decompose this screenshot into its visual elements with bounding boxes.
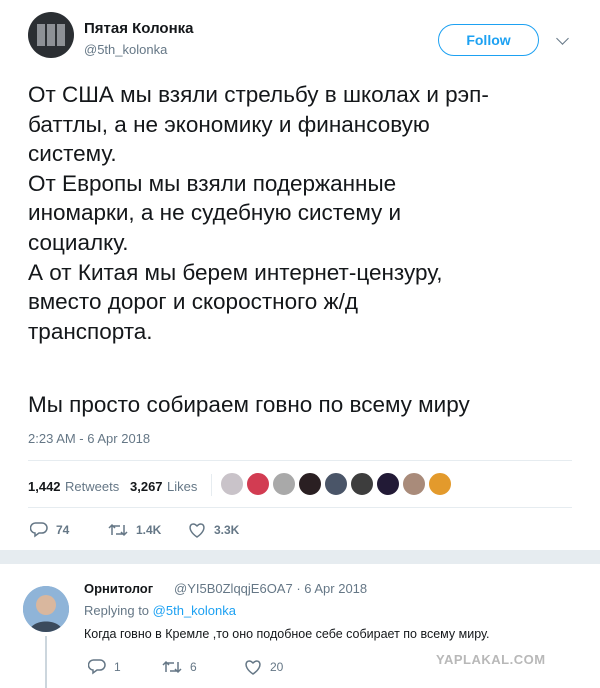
reply-reply-count: 1 <box>114 660 121 674</box>
reply-like-count: 20 <box>270 660 284 674</box>
replying-to: Replying to @5th_kolonka <box>84 603 236 618</box>
reply-button[interactable]: 74 <box>30 518 69 542</box>
like-button[interactable]: 3.3K <box>188 518 239 542</box>
reply-text: Когда говно в Кремле ,то оно подобное се… <box>84 627 490 641</box>
thread-line <box>45 636 47 688</box>
retweet-button[interactable]: 1.4K <box>108 518 161 542</box>
reply-author-handle[interactable]: @YI5B0ZlqqjE6OA7 · 6 Apr 2018 <box>174 581 367 596</box>
liker-avatar[interactable] <box>246 472 270 496</box>
liker-avatar[interactable] <box>272 472 296 496</box>
reply-actions: 1 6 20 <box>84 655 384 677</box>
avatar-column-shape <box>37 24 45 46</box>
reply-count: 74 <box>56 523 70 537</box>
divider <box>211 474 212 496</box>
retweet-icon <box>108 523 128 537</box>
reply-retweet-count: 6 <box>190 660 197 674</box>
likes-stat[interactable]: 3,267 Likes <box>130 478 197 496</box>
reply-like-button[interactable]: 20 <box>244 655 283 679</box>
tweet-stats: 1,442 Retweets 3,267 Likes <box>28 470 572 502</box>
retweets-count: 1,442 <box>28 479 61 494</box>
like-count: 3.3K <box>214 523 240 537</box>
liker-avatar[interactable] <box>376 472 400 496</box>
liker-avatar[interactable] <box>220 472 244 496</box>
reply-reply-button[interactable]: 1 <box>88 655 121 679</box>
tweet-header: Пятая Колонка @5th_kolonka Follow <box>28 12 588 72</box>
tweet-timestamp[interactable]: 2:23 AM - 6 Apr 2018 <box>28 431 150 446</box>
replying-to-label: Replying to <box>84 603 150 618</box>
retweets-stat[interactable]: 1,442 Retweets <box>28 478 119 496</box>
liker-avatar[interactable] <box>402 472 426 496</box>
avatar-column-shape <box>57 24 65 46</box>
replying-to-mention[interactable]: @5th_kolonka <box>153 603 236 618</box>
divider <box>28 507 572 508</box>
divider <box>28 460 572 461</box>
likes-label: Likes <box>167 479 198 494</box>
tweet-text-last-line: Мы просто собираем говно по всему миру <box>28 392 470 417</box>
author-handle[interactable]: @5th_kolonka <box>84 42 167 57</box>
follow-button[interactable]: Follow <box>438 24 539 56</box>
reply-icon <box>30 522 48 538</box>
reply-author-name[interactable]: Орнитолог <box>84 581 153 596</box>
liker-avatar[interactable] <box>428 472 452 496</box>
likes-count: 3,267 <box>130 479 163 494</box>
heart-icon <box>189 523 205 538</box>
heart-icon <box>245 660 261 675</box>
liker-avatar[interactable] <box>350 472 374 496</box>
chevron-down-icon[interactable] <box>556 32 569 45</box>
reply-avatar[interactable] <box>23 586 69 632</box>
watermark: YAPLAKAL.COM <box>436 652 546 667</box>
liker-avatar[interactable] <box>298 472 322 496</box>
retweet-count: 1.4K <box>136 523 162 537</box>
tweet-text: От США мы взяли стрельбу в школах и рэп-… <box>28 82 489 344</box>
reply-tweet[interactable]: Орнитолог @YI5B0ZlqqjE6OA7 · 6 Apr 2018 … <box>0 564 600 688</box>
author-name[interactable]: Пятая Колонка <box>84 20 194 37</box>
reply-icon <box>88 659 106 675</box>
retweets-label: Retweets <box>65 479 120 494</box>
section-divider <box>0 550 600 564</box>
liker-avatar[interactable] <box>324 472 348 496</box>
tweet-actions: 74 1.4K 3.3K <box>28 518 572 542</box>
avatar-column-shape <box>47 24 55 46</box>
author-avatar[interactable] <box>28 12 74 58</box>
retweet-icon <box>162 660 182 674</box>
person-photo-icon <box>23 586 69 632</box>
reply-retweet-button[interactable]: 6 <box>162 655 197 679</box>
